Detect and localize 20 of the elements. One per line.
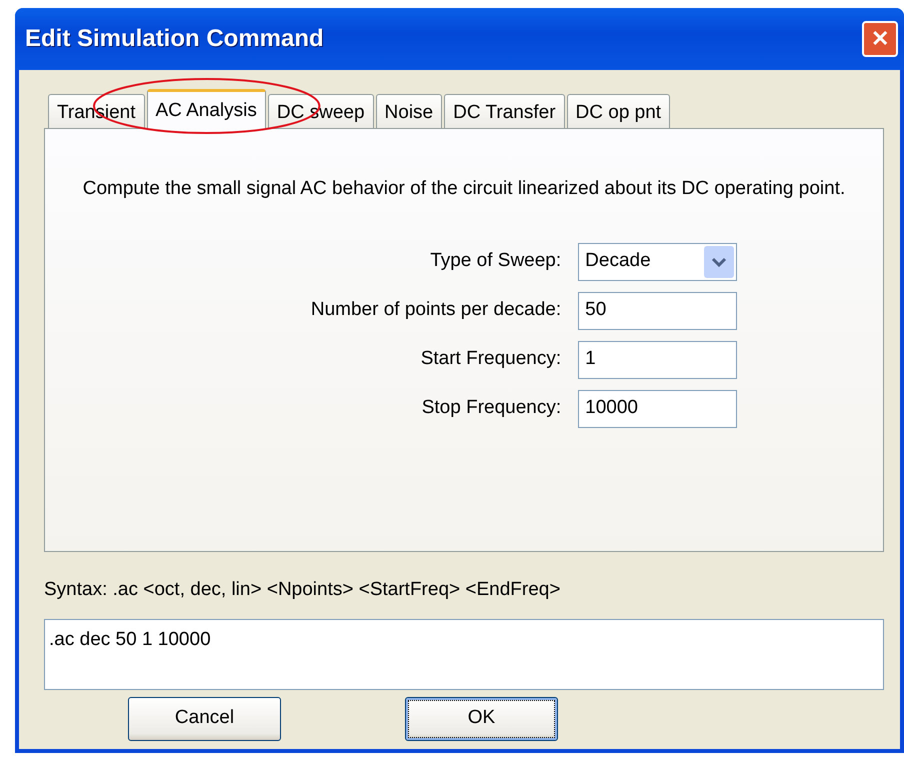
command-field[interactable]: .ac dec 50 1 10000 — [44, 618, 884, 690]
field-label: Type of Sweep: — [429, 249, 562, 274]
tab[interactable]: Noise — [376, 94, 442, 128]
input-field[interactable]: 50 — [578, 292, 738, 330]
close-button[interactable]: ✕ — [862, 21, 898, 57]
dropdown-value: Decade — [585, 249, 651, 274]
field-label: Stop Frequency: — [420, 396, 562, 420]
description-text: Compute the small signal AC behavior of the circuit linearized about its DC operating point. — [82, 177, 846, 201]
input-field[interactable]: 10000 — [578, 390, 738, 428]
tab[interactable]: DC Transfer — [444, 94, 565, 128]
syntax-text: Syntax: .ac <oct, dec, lin> <Npoints> <StartFreq> <EndFreq> — [44, 578, 562, 602]
field-label: Number of points per decade: — [310, 298, 562, 322]
tab[interactable]: AC Analysis — [146, 89, 266, 129]
field-label: Start Frequency: — [420, 347, 562, 372]
input-field[interactable]: 1 — [578, 340, 738, 379]
cancel-button[interactable]: Cancel — [128, 696, 281, 740]
ok-button[interactable]: OK — [405, 696, 558, 740]
tab[interactable]: DC op pnt — [566, 94, 670, 128]
sweep-dropdown[interactable]: Decade — [578, 242, 738, 281]
window-title: Edit Simulation Command — [25, 24, 324, 54]
